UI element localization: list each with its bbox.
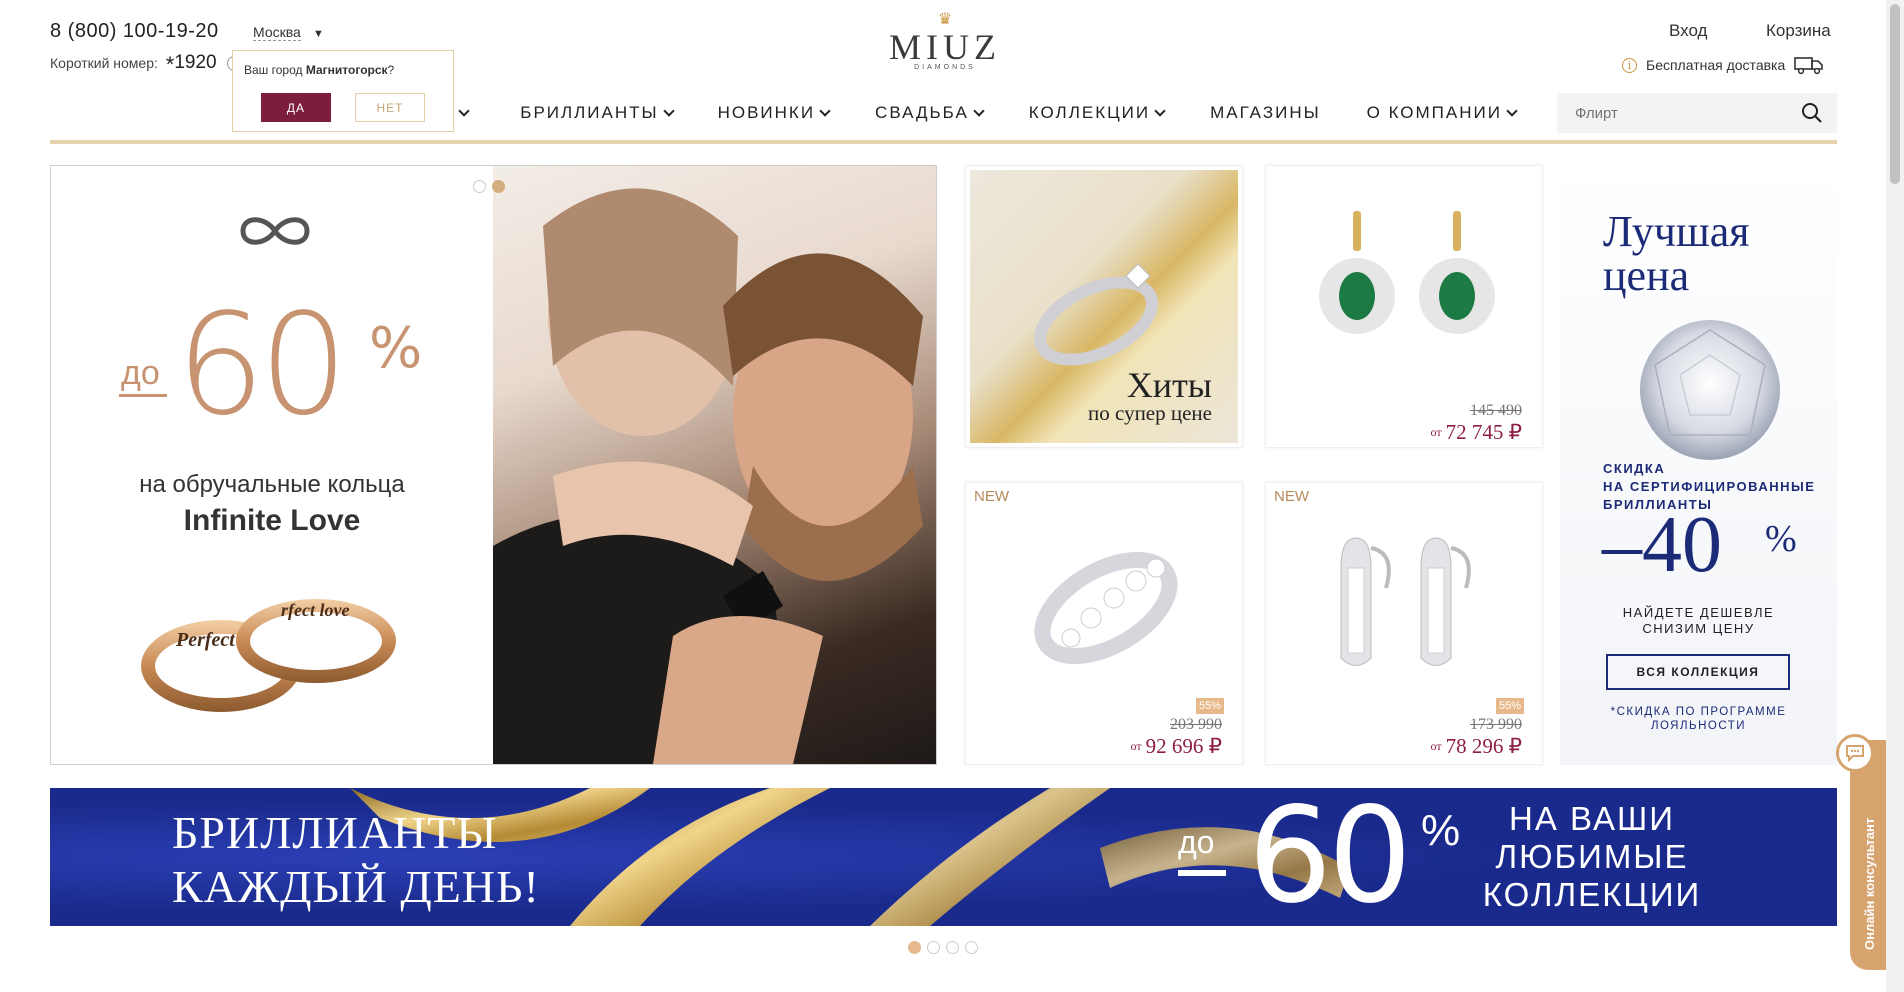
info-icon: i: [1622, 57, 1637, 73]
discount-badge: 55%: [1496, 698, 1524, 714]
banner-pager-dot[interactable]: [965, 941, 978, 954]
ring-image: [1033, 263, 1159, 366]
tile-new-ring[interactable]: NEW 55% 203 990 от 92 696 ₽: [965, 482, 1243, 765]
nav-item-diamonds[interactable]: БРИЛЛИАНТЫ: [520, 103, 675, 123]
couple-illustration: [493, 188, 923, 764]
best-price-promo[interactable]: Лучшая цена СКИДКА НА СЕРТИФИЦИРОВАННЫЕ БРИ…: [1560, 165, 1837, 765]
short-number: Короткий номер: *1920 i: [50, 52, 242, 78]
banner-title-line1: БРИЛЛИАНТЫ: [172, 807, 498, 858]
city-selector[interactable]: Москва: [253, 24, 301, 41]
hero-prefix: до: [121, 354, 160, 392]
short-number-value: *1920: [165, 52, 217, 77]
diamond-image: [1640, 320, 1780, 460]
chevron-down-icon: [1506, 104, 1518, 117]
svg-text:Perfect: Perfect: [175, 629, 236, 651]
hits-subtitle: по супер цене: [1088, 401, 1212, 425]
search-icon[interactable]: [1801, 102, 1823, 124]
banner-discount-value: 60: [1248, 788, 1412, 926]
hero-pager: [473, 180, 505, 193]
city-no-button[interactable]: НЕТ: [355, 93, 425, 122]
hero-subtitle: на обручальные кольца: [139, 471, 405, 498]
banner-pager-dot[interactable]: [908, 941, 921, 954]
hero-prefix-line: [119, 394, 167, 397]
wedding-rings-image: Perfect rfect love: [141, 599, 396, 712]
main-nav: Я БРИЛЛИАНТЫ НОВИНКИ СВАДЬБА КОЛЛЕКЦИИ М…: [440, 103, 1518, 123]
chevron-down-icon: [973, 104, 985, 117]
cart-link[interactable]: Корзина: [1766, 21, 1831, 41]
online-consultant-label: Онлайн консультант: [1862, 817, 1877, 950]
old-price: 203 990: [1170, 716, 1222, 733]
login-link[interactable]: Вход: [1669, 21, 1707, 41]
couple-photo: [473, 166, 936, 764]
hits-title: Хиты: [1126, 365, 1212, 405]
banner-pager: [908, 941, 978, 954]
diamond-earrings-image: [1340, 537, 1471, 666]
city-yes-button[interactable]: ДА: [261, 93, 331, 122]
emerald-earrings-image: [1319, 211, 1495, 334]
header-divider: [50, 140, 1837, 144]
promo-title: Лучшая цена: [1603, 207, 1750, 300]
old-price: 145 490: [1470, 402, 1522, 419]
nav-item-collections[interactable]: КОЛЛЕКЦИИ: [1029, 103, 1166, 123]
promo-discount-value: –40: [1602, 501, 1722, 589]
city-question: Ваш город Магнитогорск?: [244, 63, 395, 77]
banner-collections-text: НА ВАШИ ЛЮБИМЫЕ КОЛЛЕКЦИИ: [1482, 800, 1702, 913]
search-box: [1557, 93, 1837, 133]
new-price: от 78 296 ₽: [1430, 734, 1522, 758]
chevron-down-icon: [458, 104, 470, 117]
banner-pager-dot[interactable]: [927, 941, 940, 954]
infinity-icon: [240, 217, 310, 245]
promo-price-match: НАЙДЕТЕ ДЕШЕВЛЕ СНИЗИМ ЦЕНУ: [1622, 605, 1775, 636]
new-badge: NEW: [1274, 488, 1309, 505]
phone-link[interactable]: 8 (800) 100-19-20: [50, 20, 219, 43]
banner-title-line2: КАЖДЫЙ ДЕНЬ!: [172, 861, 540, 912]
nav-item-new[interactable]: НОВИНКИ: [718, 103, 831, 123]
chat-bubble-glyph: [1846, 745, 1864, 762]
promo-discount-sign: %: [1765, 518, 1797, 560]
all-collection-button[interactable]: ВСЯ КОЛЛЕКЦИЯ: [1606, 654, 1790, 690]
chevron-down-icon: [662, 104, 675, 117]
chevron-down-icon: [1154, 104, 1166, 117]
banner-discount-sign: %: [1421, 806, 1461, 855]
hero-pager-dot[interactable]: [492, 180, 505, 193]
hero-discount-sign: %: [369, 316, 423, 381]
hero-collection-name: Infinite Love: [183, 504, 361, 537]
chevron-down-icon: [819, 104, 831, 117]
delivery-info[interactable]: i Бесплатная доставка: [1622, 55, 1824, 75]
logo[interactable]: ♛ MIUZ DIAMONDS: [885, 11, 1005, 72]
banner-prefix-line: [1178, 870, 1226, 876]
nav-item-stores[interactable]: МАГАЗИНЫ: [1210, 103, 1321, 123]
nav-item-about[interactable]: О КОМПАНИИ: [1367, 103, 1518, 123]
tile-emerald-earrings[interactable]: 145 490 от 72 745 ₽: [1265, 165, 1543, 448]
diamond-ring-image: [1034, 551, 1178, 665]
discount-badge: 55%: [1196, 698, 1224, 714]
hero-slide[interactable]: до 60 % на обручальные кольца Infinite L…: [50, 165, 937, 765]
new-badge: NEW: [974, 488, 1009, 505]
promo-footnote: *СКИДКА ПО ПРОГРАММЕ ЛОЯЛЬНОСТИ: [1610, 706, 1787, 732]
crown-icon: ♛: [937, 11, 953, 28]
old-price: 173 990: [1470, 716, 1522, 733]
nav-item-wedding[interactable]: СВАДЬБА: [875, 103, 985, 123]
new-price: от 92 696 ₽: [1130, 734, 1222, 758]
banner-pager-dot[interactable]: [946, 941, 959, 954]
new-price: от 72 745 ₽: [1430, 420, 1522, 444]
svg-text:rfect love: rfect love: [281, 600, 349, 620]
search-input[interactable]: [1557, 93, 1787, 133]
short-number-label: Короткий номер:: [50, 55, 158, 71]
city-confirm-popup: Ваш город Магнитогорск? ДА НЕТ: [232, 50, 454, 132]
tile-new-earrings[interactable]: NEW 55% 173 990 от 78 296 ₽: [1265, 482, 1543, 765]
delivery-label: Бесплатная доставка: [1646, 57, 1786, 73]
hero-discount-value: 60: [176, 284, 348, 447]
truck-icon: [1794, 57, 1824, 75]
logo-word: MIUZ: [889, 27, 1001, 67]
tile-hits[interactable]: Хиты по супер цене: [965, 165, 1243, 448]
scrollbar-thumb[interactable]: [1890, 4, 1900, 184]
chat-icon[interactable]: [1836, 734, 1874, 772]
hero-text-panel: до 60 % на обручальные кольца Infinite L…: [51, 166, 493, 764]
chevron-down-icon[interactable]: ▼: [313, 28, 324, 40]
diamonds-banner[interactable]: БРИЛЛИАНТЫ КАЖДЫЙ ДЕНЬ! до 60 % НА ВАШИ Л…: [50, 788, 1837, 926]
page-scrollbar[interactable]: [1886, 0, 1904, 992]
banner-prefix: до: [1178, 824, 1215, 860]
hero-pager-dot[interactable]: [473, 180, 486, 193]
